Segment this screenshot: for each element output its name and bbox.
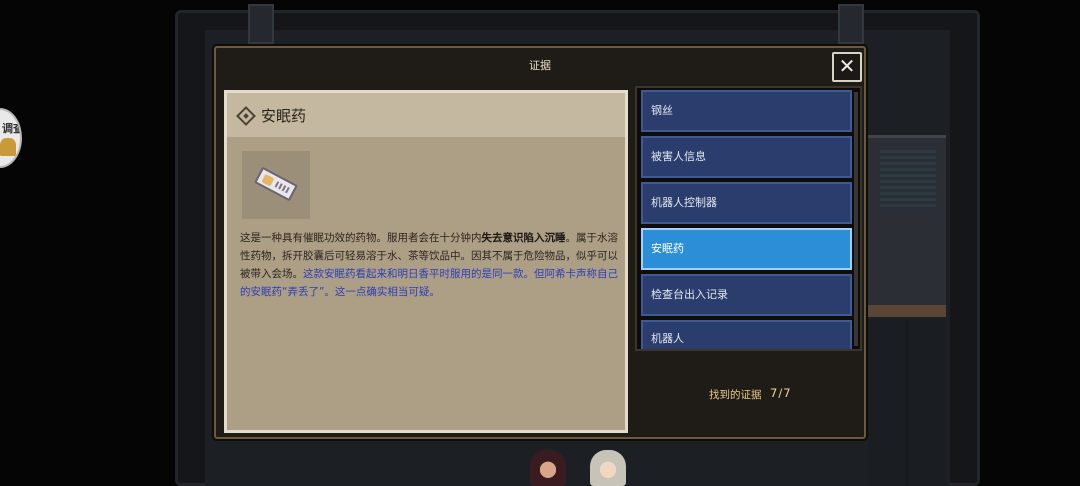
evidence-item-checkpoint-log[interactable]: 检查台出入记录 [641, 274, 852, 316]
window-glass [880, 150, 936, 210]
pill-pack-icon [254, 166, 298, 202]
evidence-item-sleeping-pills[interactable]: 安眠药 [641, 228, 852, 270]
character-sprite-red-hair [530, 450, 566, 486]
evidence-item-label: 机器人 [651, 332, 684, 345]
evidence-item-label: 钢丝 [651, 104, 673, 117]
evidence-description: 这是一种具有催眠功效的药物。服用者会在十分钟内失去意识陷入沉睡。属于水溶性药物，… [240, 229, 618, 301]
evidence-name: 安眠药 [261, 107, 307, 125]
evidence-item-robot[interactable]: 机器人 [641, 320, 852, 349]
evidence-item-label: 安眠药 [651, 242, 684, 255]
evidence-item-label: 被害人信息 [651, 150, 706, 163]
diamond-icon [236, 106, 256, 126]
evidence-item-label: 机器人控制器 [651, 196, 717, 209]
description-text: 这是一种具有催眠功效的药物。服用者会在十分钟内 [240, 232, 482, 244]
description-bold-text: 失去意识陷入沉睡 [481, 232, 566, 244]
evidence-item-label: 检查台出入记录 [651, 288, 728, 301]
evidence-detail-panel: 安眠药 这是一种具有催眠功效的药物。服用者会在十分钟内失去意识陷入沉睡。属于水溶… [224, 90, 628, 433]
dialog-title: 证据 [529, 59, 551, 72]
investigate-hint-button[interactable]: 调查 [0, 108, 22, 168]
counter-edge [868, 305, 946, 317]
wall-pillar [838, 4, 864, 44]
wall-pillar [248, 4, 274, 44]
close-icon: ✕ [838, 54, 856, 78]
close-button[interactable]: ✕ [832, 52, 862, 82]
character-sprite-silver-hair [590, 450, 626, 486]
floor-tiles [868, 320, 946, 486]
detail-header: 安眠药 [227, 93, 625, 137]
evidence-list[interactable]: 钢丝 被害人信息 机器人控制器 安眠药 检查台出入记录 机器人 [635, 86, 862, 351]
evidence-item-steel-wire[interactable]: 钢丝 [641, 90, 852, 132]
found-evidence-label: 找到的证据 [709, 389, 762, 401]
investigate-hint-label: 调查 [2, 122, 22, 135]
list-scrollbar[interactable] [854, 92, 858, 346]
evidence-dialog: 证据 ✕ 安眠药 这是一种具有催眠功效的药物。服用者会在十分钟内失去意识陷入沉睡… [214, 46, 866, 439]
evidence-thumbnail [242, 151, 310, 219]
evidence-item-robot-controller[interactable]: 机器人控制器 [641, 182, 852, 224]
found-evidence-count: 7/7 [770, 386, 792, 400]
scrollbar-thumb[interactable] [854, 92, 858, 346]
evidence-item-victim-info[interactable]: 被害人信息 [641, 136, 852, 178]
character-icon [0, 138, 16, 156]
